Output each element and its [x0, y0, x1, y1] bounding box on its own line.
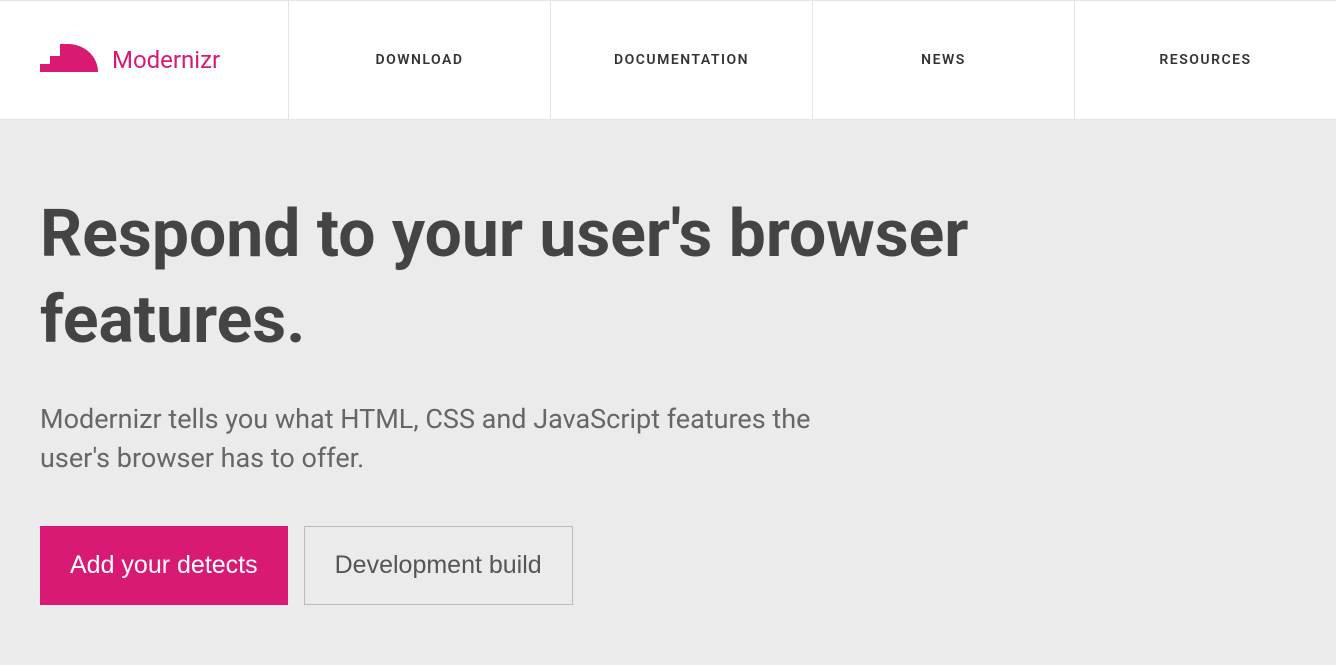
add-detects-button[interactable]: Add your detects — [40, 526, 288, 605]
nav-item-news[interactable]: NEWS — [813, 1, 1075, 119]
development-build-button[interactable]: Development build — [304, 526, 573, 605]
logo-section[interactable]: Modernizr — [0, 1, 289, 119]
hero-buttons: Add your detects Development build — [40, 526, 1296, 605]
brand-name: Modernizr — [112, 46, 220, 74]
hero-title: Respond to your user's browser features. — [40, 192, 1020, 364]
hero-subtitle: Modernizr tells you what HTML, CSS and J… — [40, 400, 860, 478]
nav-item-download[interactable]: DOWNLOAD — [289, 1, 551, 119]
main-nav: DOWNLOAD DOCUMENTATION NEWS RESOURCES — [289, 1, 1336, 119]
nav-item-resources[interactable]: RESOURCES — [1075, 1, 1336, 119]
nav-item-documentation[interactable]: DOCUMENTATION — [551, 1, 813, 119]
header: Modernizr DOWNLOAD DOCUMENTATION NEWS RE… — [0, 0, 1336, 120]
modernizr-logo-icon — [40, 44, 100, 76]
hero-section: Respond to your user's browser features.… — [0, 120, 1336, 665]
